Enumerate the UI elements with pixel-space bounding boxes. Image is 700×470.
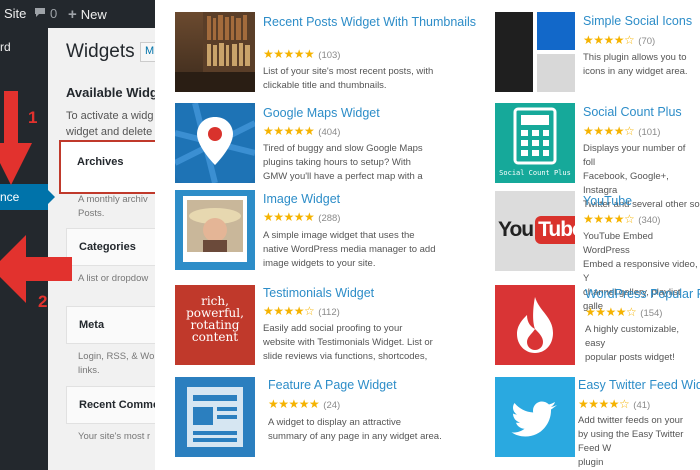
widget-recent-comments[interactable]: Recent Comme <box>66 386 155 424</box>
rating-count: (404) <box>318 127 341 138</box>
widget-archives[interactable]: Archives <box>59 140 155 194</box>
rating-count: (103) <box>318 50 341 61</box>
rating-count: (41) <box>633 400 651 411</box>
plugin-title[interactable]: YouTube <box>583 194 632 209</box>
calculator-thumbnail: Social Count Plus <box>495 103 575 183</box>
star-rating: ★★★★★ (24) <box>268 397 341 411</box>
star-rating: ★★★★★ (288) <box>263 210 341 224</box>
plugin-title[interactable]: Recent Posts Widget With Thumbnails <box>263 15 476 30</box>
plugin-desc: Add twitter feeds on your by using the E… <box>578 415 684 468</box>
rating-count: (154) <box>640 308 663 319</box>
thumbnail-text: rich, powerful, rotating content <box>186 294 244 344</box>
star-rating: ★★★★☆ (101) <box>583 124 661 138</box>
comments-count: 0 <box>50 6 58 21</box>
plugin-desc: Tired of buggy and slow Google Maps plug… <box>263 143 423 182</box>
star-rating: ★★★★☆ (70) <box>583 33 656 47</box>
annotation-number-1: 1 <box>28 108 38 127</box>
widget-name: Meta <box>79 319 105 331</box>
available-widgets-desc: To activate a widg widget and delete <box>66 108 155 140</box>
plugin-directory: Recent Posts Widget With Thumbnails ★★★★… <box>155 0 700 470</box>
comment-icon <box>34 6 46 21</box>
rating-count: (340) <box>638 215 661 226</box>
plugin-desc: This plugin allows you to icons in any w… <box>583 52 688 77</box>
widget-desc: A list or dropdow <box>78 273 149 284</box>
new-link[interactable]: + New <box>68 6 107 23</box>
admin-bar: Site 0 + New <box>0 0 155 28</box>
rating-count: (70) <box>638 36 656 47</box>
annotation-arrow-down-icon <box>0 91 32 185</box>
bookshelf-thumbnail <box>175 12 255 92</box>
sidebar-item-label: rd <box>0 40 11 54</box>
rating-count: (101) <box>638 127 661 138</box>
star-rating: ★★★★☆ (154) <box>585 305 663 319</box>
star-rating: ★★★★★ (103) <box>263 47 341 61</box>
map-pin-thumbnail <box>175 103 255 183</box>
plus-icon: + <box>68 6 77 23</box>
testimonials-thumbnail: rich, powerful, rotating content <box>175 285 255 365</box>
page-title: Widgets <box>66 41 135 62</box>
manage-with-preview-button[interactable]: M <box>140 42 155 62</box>
star-rating: ★★★★☆ (41) <box>578 397 651 411</box>
plugin-title[interactable]: Google Maps Widget <box>263 106 380 121</box>
desc-line: To activate a widg <box>66 110 154 122</box>
rating-count: (112) <box>318 307 340 318</box>
available-widgets-title: Available Widg <box>66 85 155 100</box>
plugin-title[interactable]: Testimonials Widget <box>263 286 374 301</box>
widget-categories[interactable]: Categories <box>66 228 155 266</box>
social-icons-thumbnail <box>495 12 575 92</box>
page-layout-thumbnail <box>175 377 255 457</box>
plugin-title[interactable]: WordPress Popular Po <box>585 287 700 302</box>
thumbnail-text: Social Count Plus <box>499 169 571 177</box>
site-label: Site <box>4 6 27 21</box>
new-label: New <box>80 7 107 22</box>
thumbnail-text: You <box>498 218 534 241</box>
plugin-desc: List of your site's most recent posts, w… <box>263 66 434 91</box>
plugin-desc: Easily add social proofing to your websi… <box>263 323 433 362</box>
site-link[interactable]: Site <box>4 6 26 21</box>
annotation-number-2: 2 <box>38 292 48 311</box>
sidebar-item-dashboard[interactable]: rd <box>0 40 48 54</box>
rating-count: (24) <box>323 400 341 411</box>
widget-name: Archives <box>77 156 124 168</box>
widget-meta[interactable]: Meta <box>66 306 155 344</box>
plugin-title[interactable]: Simple Social Icons <box>583 14 692 29</box>
comments-link[interactable]: 0 <box>34 6 57 21</box>
plugin-desc: A highly customizable, easy popular post… <box>585 324 679 363</box>
thumbnail-text: Tube <box>535 216 575 244</box>
widget-desc: Your site's most r <box>78 431 151 442</box>
youtube-logo-thumbnail: You Tube <box>495 191 575 271</box>
flame-icon <box>495 285 575 365</box>
rating-count: (288) <box>318 213 341 224</box>
plugin-title[interactable]: Easy Twitter Feed Widget <box>578 378 700 393</box>
widget-name: Categories <box>79 241 136 253</box>
widget-desc: A monthly archiv Posts. <box>78 194 148 219</box>
desc-line: widget and delete <box>66 126 153 138</box>
widget-name: Recent Comme <box>79 399 155 411</box>
widget-desc: Login, RSS, & Wo links. <box>78 351 155 376</box>
plugin-title[interactable]: Feature A Page Widget <box>268 378 397 393</box>
star-rating: ★★★★☆ (112) <box>263 304 340 318</box>
plugin-title[interactable]: Social Count Plus <box>583 105 682 120</box>
star-rating: ★★★★★ (404) <box>263 124 341 138</box>
plugin-desc: A simple image widget that uses the nati… <box>263 230 436 269</box>
plugin-title[interactable]: Image Widget <box>263 192 340 207</box>
portrait-photo-thumbnail <box>175 190 255 270</box>
star-rating: ★★★★☆ (340) <box>583 212 661 226</box>
plugin-desc: A widget to display an attractive summar… <box>268 417 442 442</box>
twitter-bird-icon <box>495 377 575 457</box>
